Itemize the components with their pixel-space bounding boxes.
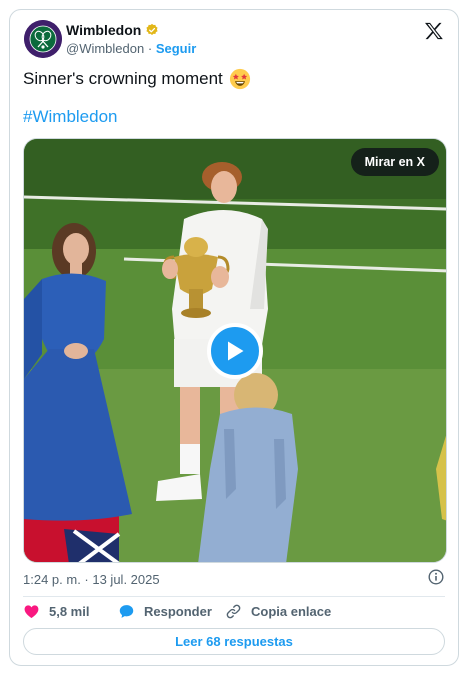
tweet-body: Sinner's crowning moment — [23, 69, 223, 88]
copy-link-button[interactable]: Copia enlace — [225, 603, 331, 620]
play-button[interactable] — [207, 323, 263, 379]
heart-icon — [24, 605, 39, 619]
info-icon[interactable] — [428, 569, 444, 585]
author-name[interactable]: Wimbledon — [66, 22, 141, 38]
x-logo-icon[interactable] — [424, 22, 444, 40]
video-media[interactable]: Mirar en X — [23, 138, 447, 563]
reply-button[interactable]: Responder — [118, 603, 212, 620]
like-count: 5,8 mil — [49, 604, 90, 619]
author-handle-row: @Wimbledon · Seguir — [66, 41, 196, 56]
author-handle[interactable]: @Wimbledon — [66, 41, 144, 56]
like-button[interactable]: 5,8 mil — [23, 603, 89, 620]
hashtag-link[interactable]: #Wimbledon — [23, 107, 118, 127]
tweet-text: Sinner's crowning moment — [23, 68, 251, 90]
reply-bubble-icon — [119, 605, 134, 618]
read-replies-button[interactable]: Leer 68 respuestas — [23, 628, 445, 655]
footer-divider — [23, 596, 445, 597]
tweet-timestamp[interactable]: 1:24 p. m. · 13 jul. 2025 — [23, 572, 160, 587]
watch-on-x-button[interactable]: Mirar en X — [350, 148, 439, 176]
star-struck-emoji-icon — [229, 68, 250, 90]
handle-separator: · — [147, 41, 153, 56]
author-name-row[interactable]: Wimbledon — [66, 22, 159, 38]
link-icon — [226, 604, 241, 619]
verified-badge-icon — [146, 23, 158, 35]
avatar[interactable] — [24, 20, 62, 58]
play-icon — [228, 341, 244, 361]
reply-label: Responder — [144, 604, 212, 619]
tweet-card: Wimbledon @Wimbledon · Seguir Sinner's c… — [9, 9, 459, 666]
copy-link-label: Copia enlace — [251, 604, 332, 619]
follow-button[interactable]: Seguir — [156, 41, 196, 56]
